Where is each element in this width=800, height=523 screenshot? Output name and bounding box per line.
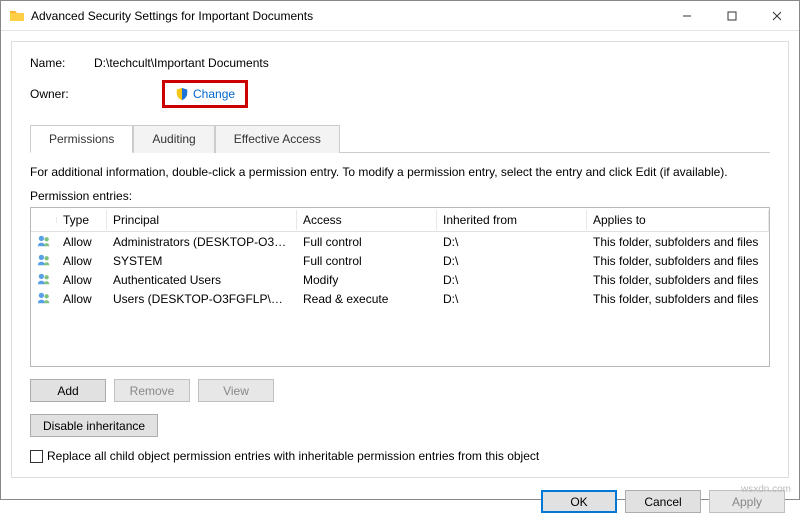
- name-row: Name: D:\techcult\Important Documents: [30, 56, 770, 70]
- cell-principal: Users (DESKTOP-O3FGFLP\Users): [107, 289, 297, 309]
- cell-principal: Authenticated Users: [107, 270, 297, 290]
- table-row[interactable]: AllowAuthenticated UsersModifyD:\This fo…: [31, 270, 769, 289]
- maximize-button[interactable]: [709, 1, 754, 30]
- titlebar[interactable]: Advanced Security Settings for Important…: [1, 1, 799, 31]
- cell-applies: This folder, subfolders and files: [587, 270, 769, 290]
- close-button[interactable]: [754, 1, 799, 30]
- cell-principal: Administrators (DESKTOP-O3FGF...: [107, 232, 297, 252]
- table-body: AllowAdministrators (DESKTOP-O3FGF...Ful…: [31, 232, 769, 308]
- add-button[interactable]: Add: [30, 379, 106, 402]
- window-title: Advanced Security Settings for Important…: [31, 9, 664, 23]
- cell-type: Allow: [57, 270, 107, 290]
- minimize-button[interactable]: [664, 1, 709, 30]
- cell-applies: This folder, subfolders and files: [587, 232, 769, 252]
- name-value: D:\techcult\Important Documents: [94, 56, 269, 70]
- cell-type: Allow: [57, 232, 107, 252]
- content-area: Name: D:\techcult\Important Documents Ow…: [11, 41, 789, 478]
- replace-children-checkbox[interactable]: [30, 450, 43, 463]
- owner-label: Owner:: [30, 87, 94, 101]
- disable-inheritance-button[interactable]: Disable inheritance: [30, 414, 158, 437]
- table-header: Type Principal Access Inherited from App…: [31, 208, 769, 232]
- cell-access: Full control: [297, 251, 437, 271]
- change-owner-link[interactable]: Change: [162, 80, 248, 108]
- view-button[interactable]: View: [198, 379, 274, 402]
- permissions-table[interactable]: Type Principal Access Inherited from App…: [30, 207, 770, 367]
- cell-type: Allow: [57, 251, 107, 271]
- cancel-button[interactable]: Cancel: [625, 490, 701, 513]
- cell-inherited: D:\: [437, 232, 587, 252]
- cell-inherited: D:\: [437, 289, 587, 309]
- dialog-window: Advanced Security Settings for Important…: [0, 0, 800, 500]
- cell-inherited: D:\: [437, 251, 587, 271]
- table-row[interactable]: AllowAdministrators (DESKTOP-O3FGF...Ful…: [31, 232, 769, 251]
- column-inherited[interactable]: Inherited from: [437, 210, 587, 230]
- cell-type: Allow: [57, 289, 107, 309]
- column-principal[interactable]: Principal: [107, 210, 297, 230]
- column-icon[interactable]: [31, 217, 57, 223]
- tab-permissions[interactable]: Permissions: [30, 125, 133, 153]
- tabs: Permissions Auditing Effective Access: [30, 124, 770, 153]
- cell-inherited: D:\: [437, 270, 587, 290]
- inheritance-row: Disable inheritance: [30, 414, 770, 437]
- owner-row: Owner: Change: [30, 80, 770, 108]
- info-text: For additional information, double-click…: [30, 165, 770, 179]
- users-icon: [31, 288, 57, 310]
- cell-applies: This folder, subfolders and files: [587, 251, 769, 271]
- tab-auditing[interactable]: Auditing: [133, 125, 214, 153]
- column-type[interactable]: Type: [57, 210, 107, 230]
- watermark: wsxdn.com: [741, 484, 791, 495]
- cell-access: Modify: [297, 270, 437, 290]
- column-applies[interactable]: Applies to: [587, 210, 769, 230]
- tab-effective-access[interactable]: Effective Access: [215, 125, 340, 153]
- table-row[interactable]: AllowSYSTEMFull controlD:\This folder, s…: [31, 251, 769, 270]
- cell-applies: This folder, subfolders and files: [587, 289, 769, 309]
- ok-button[interactable]: OK: [541, 490, 617, 513]
- change-owner-label: Change: [193, 87, 235, 101]
- replace-children-label: Replace all child object permission entr…: [47, 449, 539, 463]
- folder-icon: [9, 8, 25, 24]
- shield-icon: [175, 87, 189, 101]
- dialog-footer: OK Cancel Apply: [1, 482, 799, 523]
- cell-access: Full control: [297, 232, 437, 252]
- remove-button[interactable]: Remove: [114, 379, 190, 402]
- column-access[interactable]: Access: [297, 210, 437, 230]
- cell-access: Read & execute: [297, 289, 437, 309]
- entry-buttons-row: Add Remove View: [30, 379, 770, 402]
- table-row[interactable]: AllowUsers (DESKTOP-O3FGFLP\Users)Read &…: [31, 289, 769, 308]
- replace-children-row: Replace all child object permission entr…: [30, 449, 770, 463]
- cell-principal: SYSTEM: [107, 251, 297, 271]
- entries-label: Permission entries:: [30, 189, 770, 203]
- name-label: Name:: [30, 56, 94, 70]
